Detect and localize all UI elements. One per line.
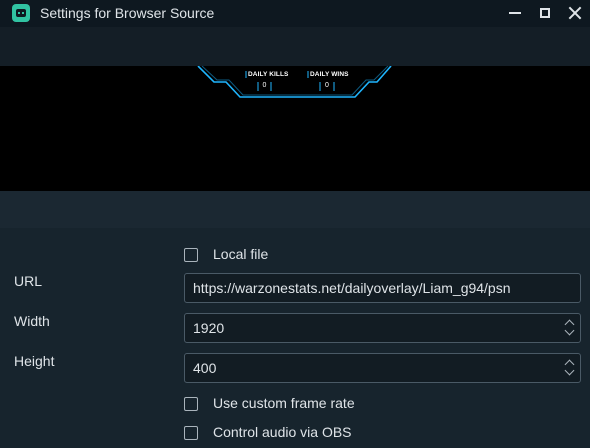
width-spinbox[interactable]: 1920 <box>184 313 581 343</box>
control-audio-label: Control audio via OBS <box>213 424 352 440</box>
window-title: Settings for Browser Source <box>40 5 215 21</box>
control-audio-checkbox[interactable] <box>184 426 198 440</box>
overlay-stat-label: DAILY KILLS <box>248 71 289 78</box>
app-logo-icon <box>12 4 30 22</box>
overlay-stat-value: 0 <box>262 82 267 89</box>
height-label: Height <box>14 353 55 369</box>
overlay-stat-value: 0 <box>325 82 329 89</box>
width-label: Width <box>14 313 50 329</box>
maximize-icon <box>540 7 550 18</box>
title-bar: Settings for Browser Source <box>0 0 590 27</box>
height-value: 400 <box>193 360 217 376</box>
overlay-frame-graphic <box>197 66 392 98</box>
maximize-button[interactable] <box>530 0 560 25</box>
url-label: URL <box>14 273 43 289</box>
properties-form: Local file URL https://warzonestats.net/… <box>0 228 590 448</box>
custom-frame-rate-checkbox[interactable] <box>184 397 198 411</box>
browser-source-preview: DAILY KILLS DAILY WINS 0 0 <box>0 66 590 191</box>
preview-bottom-margin <box>0 191 590 228</box>
overlay-stat-label: DAILY WINS <box>310 71 349 78</box>
width-value: 1920 <box>193 320 225 336</box>
minimize-icon <box>509 11 521 14</box>
height-spinbox[interactable]: 400 <box>184 353 581 383</box>
local-file-checkbox[interactable] <box>184 248 198 262</box>
minimize-button[interactable] <box>500 0 530 25</box>
preview-top-margin <box>0 27 590 66</box>
chevron-down-icon[interactable] <box>564 325 575 336</box>
chevron-down-icon[interactable] <box>564 365 575 376</box>
custom-frame-rate-label: Use custom frame rate <box>213 395 355 411</box>
width-stepper[interactable] <box>564 318 576 338</box>
local-file-label: Local file <box>213 246 269 262</box>
close-icon <box>568 6 582 20</box>
close-button[interactable] <box>560 0 590 25</box>
height-stepper[interactable] <box>564 358 576 378</box>
url-input[interactable]: https://warzonestats.net/dailyoverlay/Li… <box>184 273 581 303</box>
